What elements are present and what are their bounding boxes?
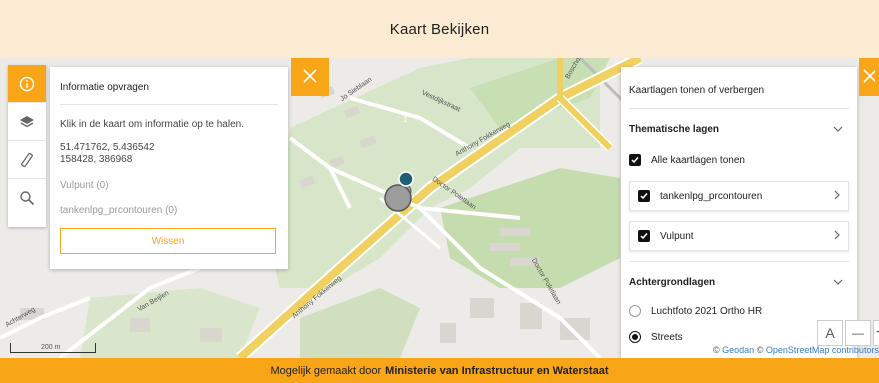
search-icon — [19, 190, 35, 206]
osm-link[interactable]: OpenStreetMap — [766, 345, 830, 355]
checkbox-icon — [629, 154, 641, 166]
chevron-down-icon — [833, 124, 843, 135]
info-icon — [19, 76, 35, 92]
result-vulpunt[interactable]: Vulpunt (0) — [60, 180, 278, 191]
info-tool-button[interactable] — [8, 65, 46, 103]
zoom-controls: A — + — [817, 320, 879, 346]
clear-button[interactable]: Wissen — [60, 228, 276, 254]
info-panel-title: Informatie opvragen — [60, 67, 278, 105]
zoom-out-button[interactable]: — — [845, 320, 871, 346]
footer-prefix: Mogelijk gemaakt door — [270, 364, 382, 377]
contour-marker[interactable] — [384, 184, 412, 212]
page-title: Kaart Bekijken — [389, 20, 490, 38]
result-contouren[interactable]: tankenlpg_prcontouren (0) — [60, 205, 278, 216]
copyright-sign: © — [756, 345, 764, 355]
radio-button[interactable] — [629, 305, 641, 317]
background-section-toggle[interactable]: Achtergrondlagen — [629, 266, 849, 298]
cluster-count: 1 — [403, 115, 408, 124]
background-label: Luchtfoto 2021 Ortho HR — [651, 305, 763, 317]
info-instruction: Klik in de kaart om informatie op te hal… — [60, 119, 244, 130]
show-all-label: Alle kaartlagen tonen — [651, 154, 745, 166]
layers-tool-button[interactable] — [8, 103, 46, 141]
map-attribution: © Geodan © OpenStreetMap contributors — [713, 345, 879, 355]
layers-icon — [19, 114, 35, 130]
background-label: Streets — [651, 331, 683, 343]
measure-tool-button[interactable] — [8, 141, 46, 179]
ruler-icon — [19, 152, 35, 168]
coordinates: 51.471762, 5.436542 158428, 386968 — [60, 142, 278, 166]
layers-panel-title: Kaartlagen tonen of verbergen — [629, 67, 849, 109]
layer-item-vulpunt[interactable]: Vulpunt — [629, 221, 849, 251]
coord-latlon: 51.471762, 5.436542 — [60, 142, 155, 153]
background-heading: Achtergrondlagen — [629, 276, 716, 288]
background-option-luchtfoto[interactable]: Luchtfoto 2021 Ortho HR — [629, 298, 849, 324]
close-icon — [863, 68, 877, 86]
layer-label: Vulpunt — [660, 230, 694, 242]
checkbox-icon[interactable] — [638, 190, 650, 202]
geodan-link[interactable]: Geodan — [722, 345, 754, 355]
text-size-button[interactable]: A — [817, 320, 843, 346]
radio-button[interactable] — [629, 331, 641, 343]
footer-organisation: Ministerie van Infrastructuur en Waterst… — [385, 364, 609, 377]
coord-rd: 158428, 386968 — [60, 154, 133, 165]
app-footer: Mogelijk gemaakt door Ministerie van Inf… — [0, 358, 879, 383]
chevron-down-icon — [833, 277, 843, 288]
checkbox-icon[interactable] — [638, 230, 650, 242]
close-info-panel-button[interactable] — [291, 58, 329, 96]
chevron-right-icon — [834, 230, 840, 243]
cluster-badge[interactable] — [398, 171, 414, 187]
scale-bar: 200 m — [10, 343, 96, 353]
search-tool-button[interactable] — [8, 179, 46, 217]
close-icon — [303, 68, 317, 86]
chevron-right-icon — [834, 190, 840, 203]
thematic-heading: Thematische lagen — [629, 123, 720, 135]
scale-label: 200 m — [41, 344, 61, 351]
close-layers-panel-button[interactable] — [859, 58, 879, 96]
contributors-text: contributors — [831, 345, 879, 355]
tool-sidebar — [8, 65, 46, 227]
info-panel: Informatie opvragen Klik in de kaart om … — [50, 67, 288, 269]
show-all-layers-checkbox[interactable]: Alle kaartlagen tonen — [629, 149, 849, 171]
thematic-section-toggle[interactable]: Thematische lagen — [629, 109, 849, 149]
layers-panel: Kaartlagen tonen of verbergen Thematisch… — [621, 67, 857, 358]
copyright-sign: © — [713, 345, 720, 355]
layer-label: tankenlpg_prcontouren — [660, 190, 763, 202]
layer-item-tankenlpg[interactable]: tankenlpg_prcontouren — [629, 181, 849, 211]
zoom-in-button[interactable]: + — [873, 320, 879, 346]
app-header: Kaart Bekijken — [0, 0, 879, 58]
